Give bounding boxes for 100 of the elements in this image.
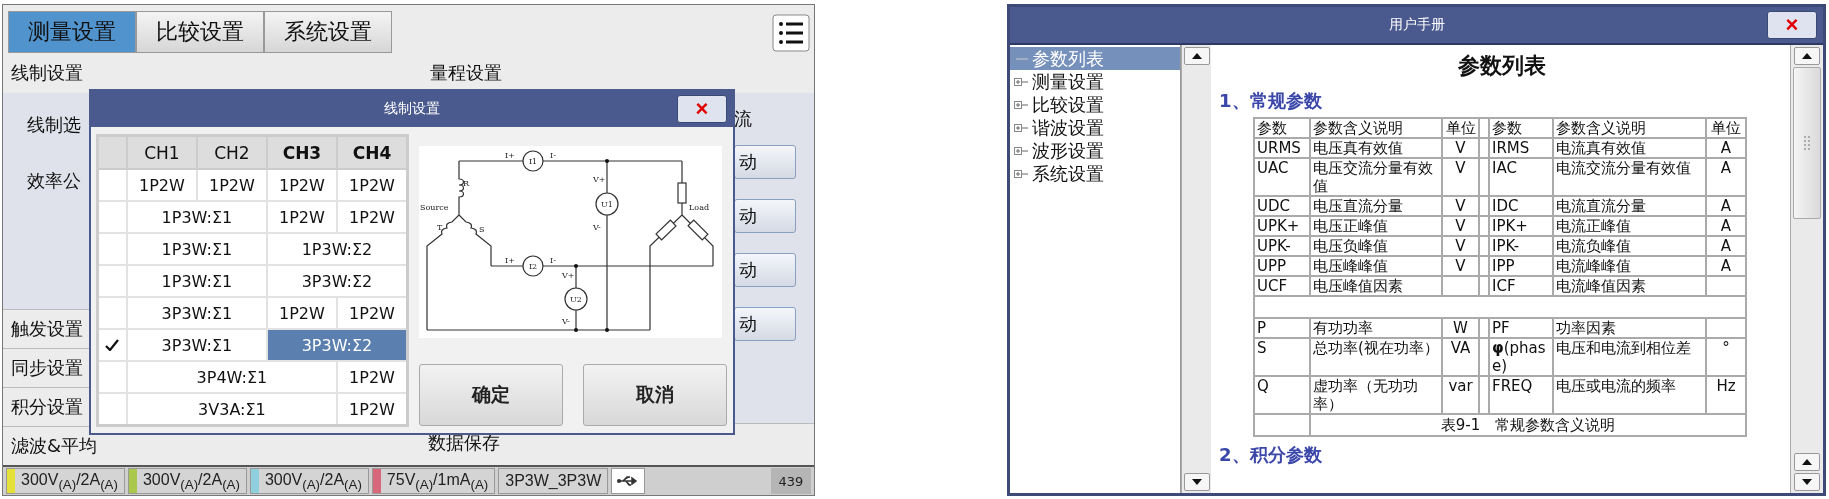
- table-cell[interactable]: 3P3W:Σ2: [266, 265, 408, 297]
- table-cell: PF: [1489, 318, 1553, 338]
- scroll-up-button[interactable]: [1183, 47, 1210, 65]
- check-cell[interactable]: [97, 297, 127, 329]
- table-cell[interactable]: 1P2W: [126, 169, 197, 201]
- close-button[interactable]: ×: [1767, 11, 1817, 39]
- table-cell[interactable]: 1P2W: [266, 297, 337, 329]
- table-cell: UPK+: [1254, 216, 1310, 236]
- table-cell: IPK+: [1489, 216, 1553, 236]
- section-title: 线制设置: [10, 61, 84, 86]
- table-cell[interactable]: 1P3W:Σ1: [126, 233, 267, 265]
- tab[interactable]: 测量设置: [8, 11, 136, 54]
- tab[interactable]: 比较设置: [136, 11, 264, 54]
- table-cell: 电压峰峰值: [1310, 256, 1442, 276]
- table-cell[interactable]: 1P3W:Σ1: [126, 201, 267, 233]
- table-cell: 电压直流分量: [1310, 196, 1442, 216]
- table-cell[interactable]: 3P3W:Σ1: [126, 329, 267, 361]
- table-cell: 电压正峰值: [1310, 216, 1442, 236]
- table-cell[interactable]: 1P2W: [336, 361, 408, 393]
- tree-item[interactable]: 波形设置: [1010, 139, 1180, 162]
- scroll-thumb[interactable]: [1793, 67, 1821, 219]
- table-cell[interactable]: 1P3W:Σ2: [266, 233, 408, 265]
- table-cell: A: [1706, 158, 1746, 196]
- tree-item[interactable]: 测量设置: [1010, 70, 1180, 93]
- dialog-button[interactable]: 取消: [583, 364, 727, 426]
- scroll-down-button[interactable]: [1183, 473, 1210, 491]
- header-cell: 参数含义说明: [1310, 118, 1442, 138]
- header-cell: 参数: [1254, 118, 1310, 138]
- table-cell: A: [1706, 196, 1746, 216]
- table-cell: UPP: [1254, 256, 1310, 276]
- expand-icon[interactable]: [1014, 121, 1028, 134]
- table-cell: V: [1442, 158, 1479, 196]
- field-label: 线制选: [27, 113, 81, 138]
- diagram-label: R: [463, 179, 470, 188]
- table-cell: 电流真有效值: [1553, 138, 1706, 158]
- scroll-up-button[interactable]: [1794, 453, 1820, 471]
- table-cell: UDC: [1254, 196, 1310, 216]
- expand-icon[interactable]: [1014, 167, 1028, 180]
- dialog-button[interactable]: 确定: [419, 364, 563, 426]
- table-cell: FREQ: [1489, 376, 1553, 414]
- table-cell[interactable]: 1P2W: [336, 169, 408, 201]
- expand-icon[interactable]: [1014, 75, 1028, 88]
- table-cell[interactable]: 1P2W: [336, 297, 408, 329]
- table-cell[interactable]: 1P2W: [336, 393, 408, 426]
- window-title: 用户手册: [1388, 16, 1445, 34]
- close-button[interactable]: ×: [677, 95, 727, 123]
- table-cell: IAC: [1489, 158, 1553, 196]
- check-cell[interactable]: [97, 201, 127, 233]
- check-cell[interactable]: [97, 169, 127, 201]
- header-cell: 单位: [1706, 118, 1746, 138]
- table-cell: 电流直流分量: [1553, 196, 1706, 216]
- scroll-up-button[interactable]: [1794, 47, 1820, 65]
- expand-icon[interactable]: [1014, 144, 1028, 157]
- option-button[interactable]: 动: [734, 199, 796, 234]
- table-cell: IPP: [1489, 256, 1553, 276]
- table-cell: 总功率(视在功率）: [1310, 338, 1442, 376]
- table-cell[interactable]: 3P3W:Σ1: [126, 297, 267, 329]
- table-cell: ICF: [1489, 276, 1553, 296]
- tree-item[interactable]: 系统设置: [1010, 162, 1180, 185]
- option-button[interactable]: 动: [734, 307, 796, 342]
- dialog-title: 线制设置: [384, 100, 440, 118]
- diagram-label: I-: [550, 256, 556, 265]
- diagram-label: V-: [593, 223, 601, 232]
- header-cell: 单位: [1442, 118, 1479, 138]
- scroll-down-button[interactable]: [1794, 473, 1820, 491]
- tree-item[interactable]: 谐波设置: [1010, 116, 1180, 139]
- check-cell[interactable]: [97, 265, 127, 297]
- table-cell[interactable]: 3P4W:Σ1: [126, 361, 337, 393]
- wiring-mode: 3P3W_3P3W: [498, 468, 609, 495]
- table-cell: P: [1254, 318, 1310, 338]
- scrollbar[interactable]: [1181, 45, 1211, 493]
- menu-icon[interactable]: [772, 14, 810, 53]
- table-cell[interactable]: 1P2W: [266, 169, 337, 201]
- table-cell: V: [1442, 216, 1479, 236]
- diagram-label: T: [437, 223, 443, 232]
- table-cell: A: [1706, 216, 1746, 236]
- range-text: 300V$_{(A)}$/2A$_{(A)}$: [264, 470, 362, 492]
- tab[interactable]: 系统设置: [264, 11, 392, 54]
- table-cell: V: [1442, 236, 1479, 256]
- scrollbar[interactable]: [1790, 45, 1823, 493]
- table-cell[interactable]: 1P3W:Σ1: [126, 265, 267, 297]
- check-cell[interactable]: [97, 361, 127, 393]
- table-cell[interactable]: 1P2W: [266, 201, 337, 233]
- range-text: 300V$_{(A)}$/2A$_{(A)}$: [142, 470, 240, 492]
- table-cell[interactable]: 3V3A:Σ1: [126, 393, 337, 426]
- range-text: 300V$_{(A)}$/2A$_{(A)}$: [21, 470, 118, 492]
- table-cell: IPK-: [1489, 236, 1553, 256]
- expand-icon[interactable]: [1014, 98, 1028, 111]
- table-cell[interactable]: 1P2W: [196, 169, 267, 201]
- column-header: CH4: [336, 135, 408, 169]
- option-button[interactable]: 动: [734, 145, 796, 180]
- table-cell: 电压或电流的频率: [1553, 376, 1706, 414]
- tree-item[interactable]: 比较设置: [1010, 93, 1180, 116]
- diagram-label: Source: [420, 203, 449, 212]
- check-cell[interactable]: [97, 233, 127, 265]
- table-cell[interactable]: 1P2W: [336, 201, 408, 233]
- table-cell[interactable]: 3P3W:Σ2: [266, 329, 408, 361]
- diagram-label: V-: [562, 317, 570, 326]
- option-button[interactable]: 动: [734, 253, 796, 288]
- check-cell[interactable]: [97, 329, 127, 361]
